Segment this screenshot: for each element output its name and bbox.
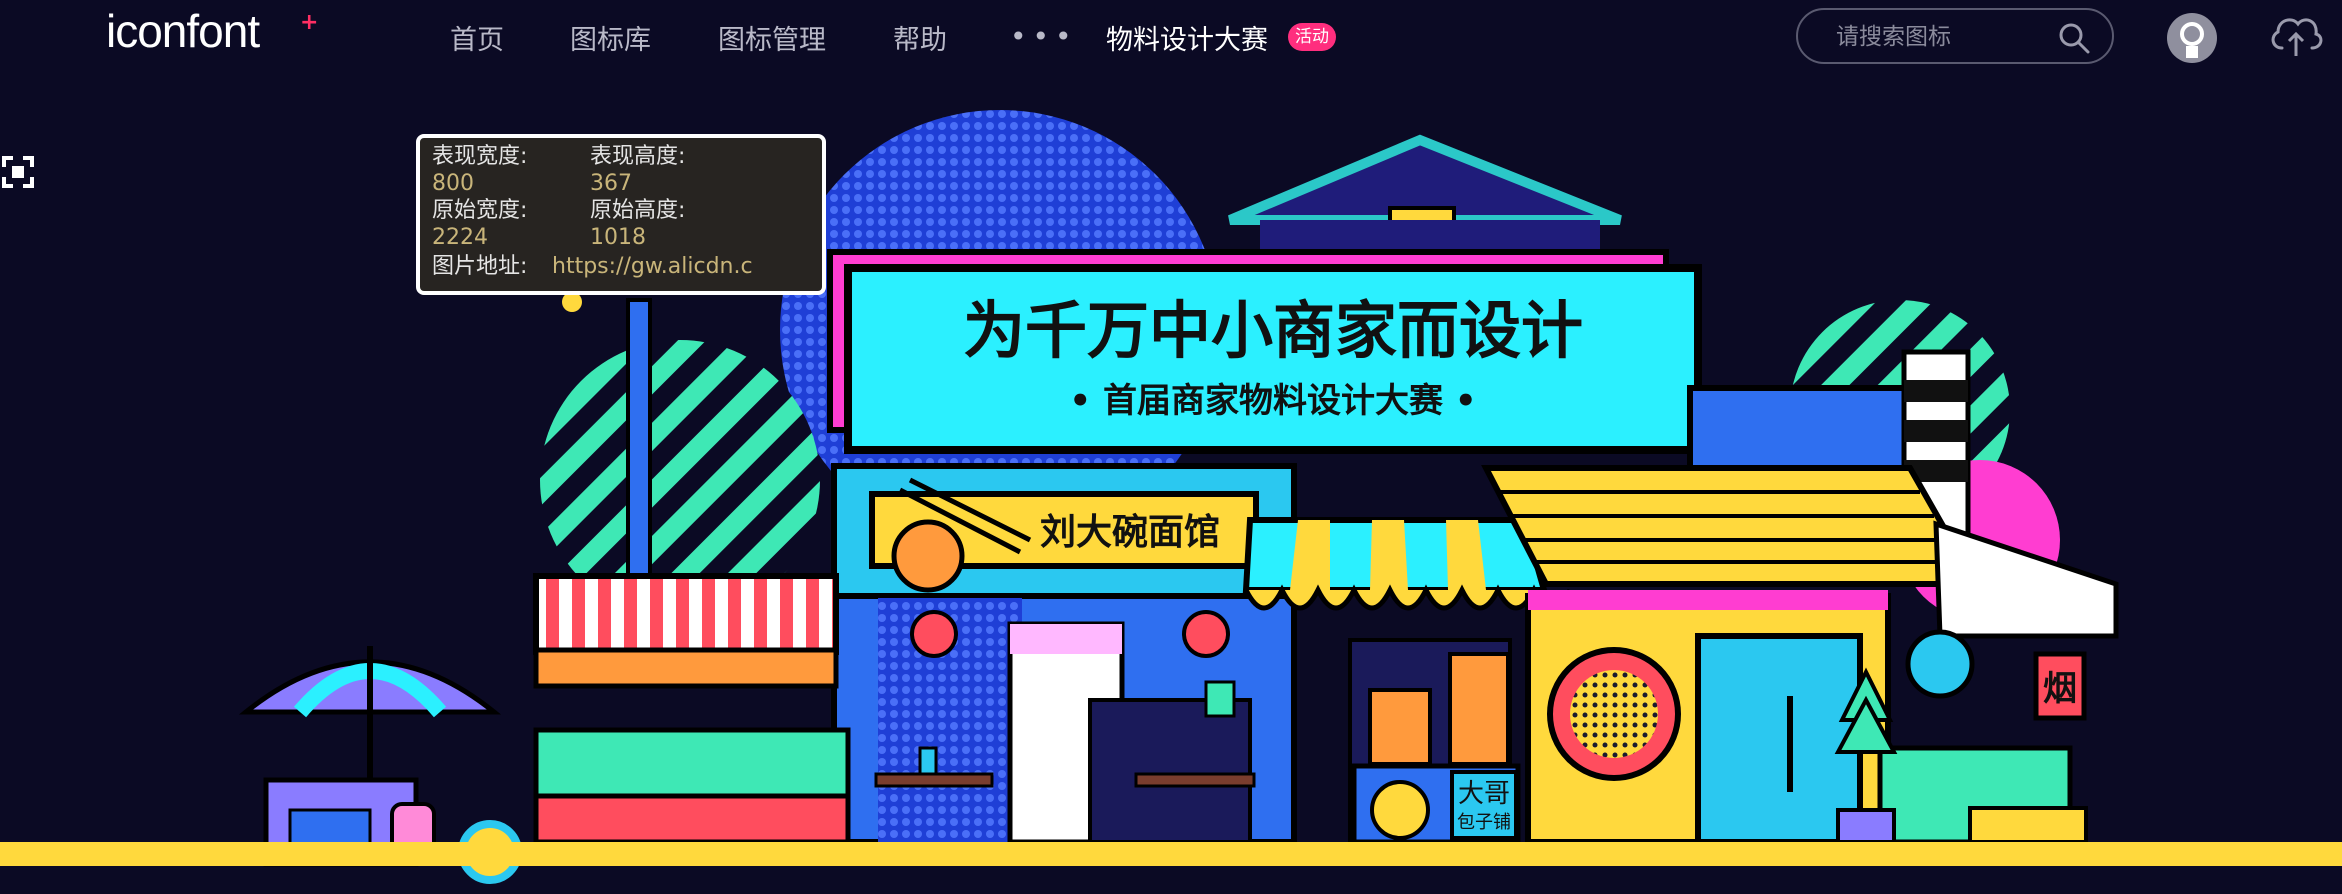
- upload-cloud-icon[interactable]: [2268, 10, 2324, 60]
- original-width-value: 2224: [432, 225, 488, 250]
- original-height-value: 1018: [590, 225, 646, 250]
- noodle-shop-sign: 刘大碗面馆: [1040, 512, 1220, 553]
- hero-title: 为千万中小商家而设计: [963, 294, 1583, 367]
- bun-shop-sign-line2: 包子铺: [1457, 812, 1511, 833]
- user-avatar-icon[interactable]: [2166, 12, 2218, 64]
- image-url-value[interactable]: https://gw.alicdn.c: [552, 254, 752, 280]
- original-width-label: 原始宽度:: [432, 198, 528, 223]
- hero-banner: 为千万中小商家而设计 • 首届商家物料设计大赛 • 刘大碗面馆 大哥 包子铺 烟: [0, 72, 2342, 894]
- top-navigation-bar: iconfont + 首页 图标库 图标管理 帮助 ••• 物料设计大赛 活动: [0, 0, 2342, 72]
- cigarette-shop-sign: 烟: [2043, 669, 2077, 709]
- iconfont-logo[interactable]: iconfont: [106, 4, 260, 58]
- search-icon[interactable]: [2058, 22, 2090, 54]
- image-url-label: 图片地址:: [432, 254, 528, 279]
- nav-help[interactable]: 帮助: [893, 18, 947, 57]
- nav-more-icon[interactable]: •••: [1010, 20, 1078, 53]
- display-width-value: 800: [432, 171, 474, 196]
- search-input[interactable]: [1834, 20, 2058, 54]
- activity-badge: 活动: [1288, 23, 1336, 51]
- nav-icon-library[interactable]: 图标库: [570, 18, 651, 57]
- market-street-illustration: 为千万中小商家而设计 • 首届商家物料设计大赛 • 刘大碗面馆 大哥 包子铺 烟: [0, 110, 2342, 884]
- nav-contest[interactable]: 物料设计大赛: [1106, 18, 1268, 57]
- nav-home[interactable]: 首页: [450, 18, 504, 57]
- display-width-label: 表现宽度:: [432, 144, 528, 169]
- bun-shop-sign-line1: 大哥: [1458, 779, 1510, 809]
- display-height-value: 367: [590, 171, 632, 196]
- search-box: [1796, 8, 2114, 64]
- image-info-tooltip: 表现宽度: 表现高度: 800 367 原始宽度: 原始高度: 2224 101…: [416, 134, 826, 295]
- original-height-label: 原始高度:: [590, 198, 686, 223]
- nav-icon-manage[interactable]: 图标管理: [718, 18, 826, 57]
- fullscreen-icon[interactable]: [0, 154, 36, 190]
- display-height-label: 表现高度:: [590, 144, 686, 169]
- hero-subtitle: • 首届商家物料设计大赛 •: [1069, 381, 1476, 421]
- logo-plus-icon: +: [300, 10, 319, 35]
